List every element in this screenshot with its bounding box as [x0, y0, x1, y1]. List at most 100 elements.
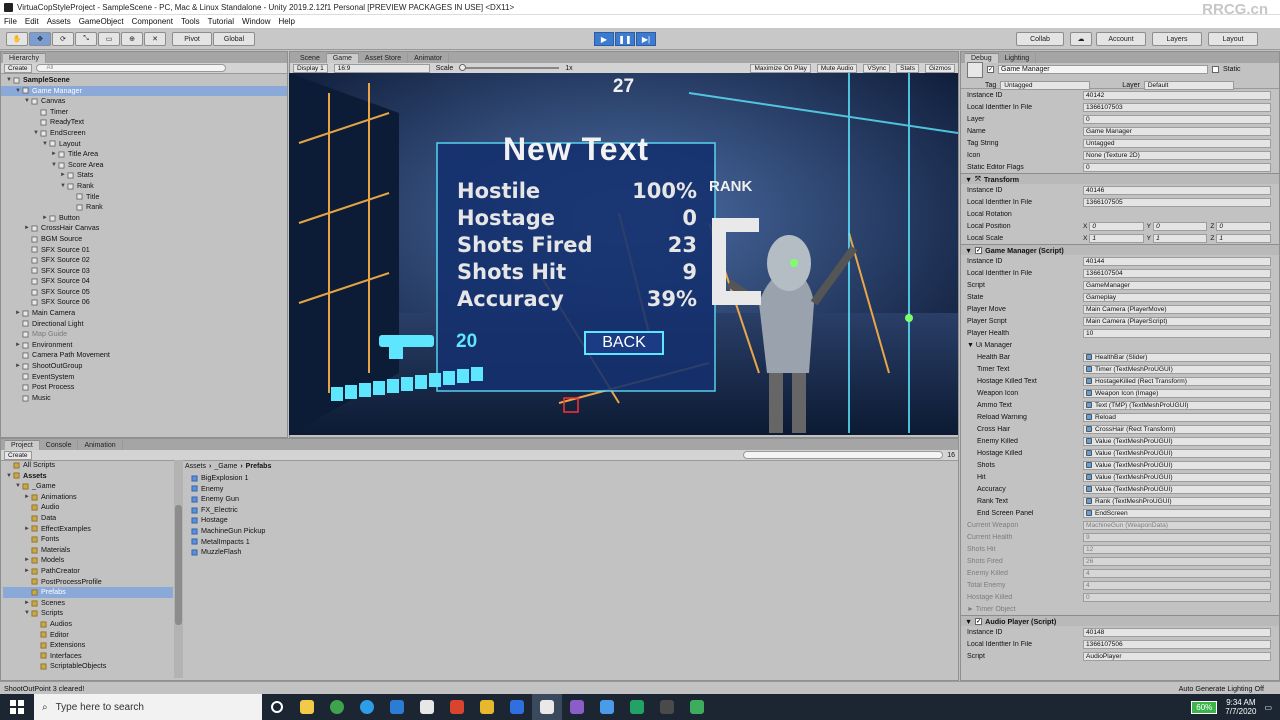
- app-icon-red[interactable]: [442, 694, 472, 720]
- hierarchy-item[interactable]: ▼ Game Manager: [1, 85, 287, 97]
- hierarchy-item[interactable]: Camera Path Movement: [1, 350, 287, 361]
- store-icon[interactable]: [412, 694, 442, 720]
- custom-tool-icon[interactable]: ✕: [144, 32, 166, 46]
- hierarchy-item[interactable]: EventSystem: [1, 372, 287, 383]
- folder-item[interactable]: Interfaces: [3, 651, 173, 662]
- audio-player-header[interactable]: ▼ ✓ Audio Player (Script): [961, 615, 1279, 626]
- project-scrollbar[interactable]: [174, 460, 183, 678]
- hierarchy-item[interactable]: ▼ EndScreen: [1, 128, 287, 139]
- taskbar-search[interactable]: ⌕ Type here to search: [34, 694, 262, 720]
- position-z-field[interactable]: 0: [1216, 221, 1272, 231]
- prefab-item[interactable]: Enemy Gun: [191, 494, 491, 505]
- visual-studio-icon[interactable]: [562, 694, 592, 720]
- property-field[interactable]: 1366107504: [1083, 268, 1271, 278]
- folder-item[interactable]: Fonts: [3, 534, 173, 545]
- hierarchy-item[interactable]: BGM Source: [1, 234, 287, 245]
- expand-arrow-icon[interactable]: ▼: [41, 139, 49, 150]
- folder-item[interactable]: Data: [3, 513, 173, 524]
- tag-dropdown[interactable]: Untagged: [1000, 80, 1091, 90]
- hierarchy-item[interactable]: Rank: [1, 202, 287, 213]
- gizmos-dropdown[interactable]: Gizmos: [924, 63, 955, 73]
- prefab-item[interactable]: MetalImpacts 1: [191, 537, 491, 548]
- property-field[interactable]: 1366107505: [1083, 197, 1271, 207]
- display-dropdown[interactable]: Display 1: [293, 63, 328, 73]
- scale-y-field[interactable]: 1: [1153, 233, 1208, 243]
- tab-scene[interactable]: Scene: [294, 53, 327, 63]
- expand-arrow-icon[interactable]: ►: [59, 170, 67, 181]
- menu-tools[interactable]: Tools: [181, 17, 200, 26]
- expand-arrow-icon[interactable]: ►: [23, 555, 31, 566]
- project-create-button[interactable]: Create: [4, 450, 32, 460]
- property-field[interactable]: Text (TMP) (TextMeshProUGUI): [1083, 400, 1271, 410]
- folder-item[interactable]: Editor: [3, 630, 173, 641]
- folder-item[interactable]: ► Scenes: [3, 598, 173, 609]
- ui-manager-row[interactable]: ▼ Ui Manager: [961, 339, 1279, 351]
- hierarchy-search-input[interactable]: All: [35, 64, 226, 72]
- tab-asset-store[interactable]: Asset Store: [359, 53, 409, 63]
- property-field[interactable]: 40142: [1083, 90, 1271, 100]
- hierarchy-create-button[interactable]: Create: [4, 63, 32, 73]
- folder-item[interactable]: ► Animations: [3, 492, 173, 503]
- cloud-icon[interactable]: ☁: [1070, 32, 1092, 46]
- task-view-icon[interactable]: [262, 694, 292, 720]
- folder-item[interactable]: All Scripts: [3, 460, 173, 471]
- property-field[interactable]: GameManager: [1083, 280, 1271, 290]
- transform-header[interactable]: ▼ ⤧ Transform: [961, 173, 1279, 184]
- move-tool-icon[interactable]: ✥: [29, 32, 51, 46]
- expand-arrow-icon[interactable]: ▼: [50, 160, 58, 171]
- property-field[interactable]: Value (TextMeshProUGUI): [1083, 448, 1271, 458]
- pause-button[interactable]: ❚❚: [615, 32, 635, 46]
- project-search-input[interactable]: [743, 451, 944, 459]
- prefab-item[interactable]: FX_Electric: [191, 505, 491, 516]
- property-field[interactable]: CrossHair (Rect Transform): [1083, 424, 1271, 434]
- property-field[interactable]: 4: [1083, 580, 1271, 590]
- taskbar-search-input[interactable]: Type here to search: [56, 702, 144, 713]
- expand-arrow-icon[interactable]: ►: [14, 308, 22, 319]
- property-field[interactable]: Value (TextMeshProUGUI): [1083, 436, 1271, 446]
- step-button[interactable]: ▶|: [636, 32, 656, 46]
- rotate-tool-icon[interactable]: ⟳: [52, 32, 74, 46]
- tab-console[interactable]: Console: [40, 440, 79, 450]
- game-manager-header[interactable]: ▼ ✓ Game Manager (Script): [961, 244, 1279, 255]
- hierarchy-item[interactable]: Timer: [1, 107, 287, 118]
- hierarchy-item[interactable]: SFX Source 05: [1, 287, 287, 298]
- layers-dropdown[interactable]: Layers: [1152, 32, 1202, 46]
- prefab-item[interactable]: BigExplosion 1: [191, 473, 491, 484]
- folder-item[interactable]: ► EffectExamples: [3, 524, 173, 535]
- hierarchy-item[interactable]: Title: [1, 192, 287, 203]
- mute-audio-toggle[interactable]: Mute Audio: [816, 63, 858, 73]
- expand-arrow-icon[interactable]: ►: [23, 524, 31, 535]
- property-field[interactable]: 0: [1083, 592, 1271, 602]
- chrome-icon[interactable]: [322, 694, 352, 720]
- expand-arrow-icon[interactable]: ►: [14, 361, 22, 372]
- hierarchy-item[interactable]: ► Title Area: [1, 149, 287, 160]
- prefab-item[interactable]: MachineGun Pickup: [191, 526, 491, 537]
- expand-arrow-icon[interactable]: ►: [50, 149, 58, 160]
- app-icon-green[interactable]: [682, 694, 712, 720]
- tab-animation[interactable]: Animation: [78, 440, 123, 450]
- property-field[interactable]: 9: [1083, 532, 1271, 542]
- account-dropdown[interactable]: Account: [1096, 32, 1146, 46]
- expand-arrow-icon[interactable]: ▼: [14, 481, 22, 492]
- property-field[interactable]: Reload: [1083, 412, 1271, 422]
- expand-arrow-icon[interactable]: ►: [41, 213, 49, 224]
- property-field[interactable]: None (Texture 2D): [1083, 150, 1271, 160]
- property-field[interactable]: Value (TextMeshProUGUI): [1083, 484, 1271, 494]
- menu-gameobject[interactable]: GameObject: [79, 17, 124, 26]
- rect-tool-icon[interactable]: ▭: [98, 32, 120, 46]
- maximize-on-play-toggle[interactable]: Maximize On Play: [750, 63, 811, 73]
- hierarchy-item[interactable]: SFX Source 03: [1, 266, 287, 277]
- property-field[interactable]: EndScreen: [1083, 508, 1271, 518]
- property-field[interactable]: 0: [1083, 114, 1271, 124]
- hierarchy-item[interactable]: Music: [1, 393, 287, 404]
- breadcrumb-game[interactable]: _Game: [214, 463, 237, 470]
- battery-indicator[interactable]: 60%: [1191, 700, 1218, 714]
- unity-taskbar-icon[interactable]: [532, 694, 562, 720]
- property-field[interactable]: Game Manager: [1083, 126, 1271, 136]
- tab-game[interactable]: Game: [326, 53, 359, 63]
- scale-slider[interactable]: [459, 64, 560, 71]
- hierarchy-item[interactable]: Post Process: [1, 382, 287, 393]
- menu-assets[interactable]: Assets: [47, 17, 71, 26]
- maps-icon[interactable]: [502, 694, 532, 720]
- property-field[interactable]: 12: [1083, 544, 1271, 554]
